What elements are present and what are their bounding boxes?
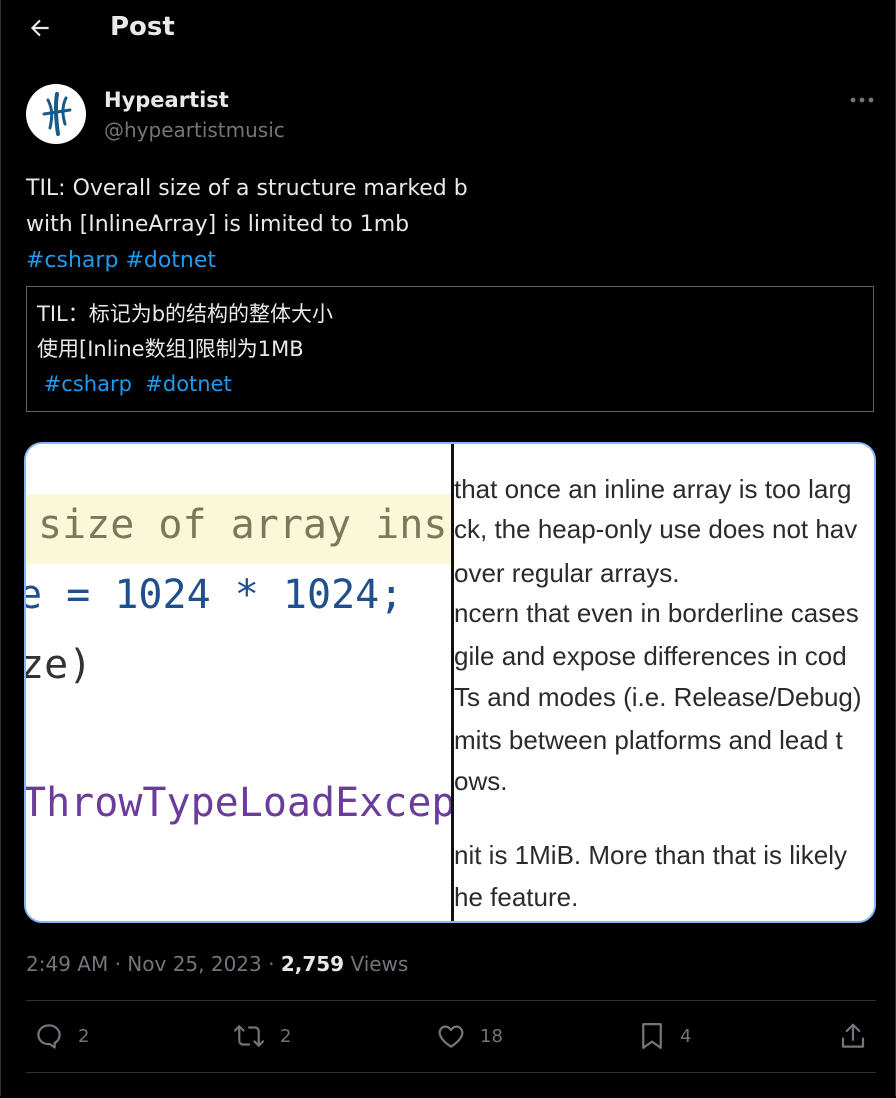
author-handle[interactable]: @hypeartistmusic xyxy=(104,118,285,142)
code-line: size of array ins xyxy=(38,502,448,548)
avatar[interactable] xyxy=(26,84,86,144)
divider xyxy=(26,1000,876,1001)
post-text-line: with [InlineArray] is limited to 1mb xyxy=(26,212,410,237)
article-line: ows. xyxy=(454,766,508,796)
article-line: that once an inline array is too larg xyxy=(454,474,852,504)
translation-box: TIL：标记为b的结构的整体大小 使用[Inline数组]限制为1MB #csh… xyxy=(26,286,874,412)
divider xyxy=(26,1072,876,1073)
repost-icon xyxy=(233,1025,265,1047)
like-count: 18 xyxy=(480,1025,503,1047)
article-line: gile and expose differences in cod xyxy=(454,641,847,671)
article-line: ck, the heap-only use does not hav xyxy=(454,514,858,544)
reply-button[interactable]: 2 xyxy=(34,1016,89,1056)
views-label: Views xyxy=(350,952,409,976)
hashtag-link[interactable]: #csharp xyxy=(26,248,118,273)
reply-count: 2 xyxy=(78,1025,90,1047)
more-button[interactable] xyxy=(846,86,878,114)
post-date[interactable]: Nov 25, 2023 xyxy=(127,952,261,976)
author-name[interactable]: Hypeartist xyxy=(104,88,229,112)
post-text-line: TIL: Overall size of a structure marked … xyxy=(26,176,468,201)
top-bar: Post xyxy=(0,0,896,56)
back-button[interactable] xyxy=(22,10,58,46)
like-button[interactable]: 18 xyxy=(436,1016,503,1056)
hashtag-link[interactable]: #dotnet xyxy=(145,372,231,396)
code-line: ThrowTypeLoadExcep xyxy=(26,780,451,826)
reply-icon xyxy=(37,1024,61,1049)
repost-count: 2 xyxy=(280,1025,292,1047)
repost-button[interactable]: 2 xyxy=(232,1016,291,1056)
share-button[interactable] xyxy=(838,1016,868,1056)
translation-line: TIL：标记为b的结构的整体大小 xyxy=(37,302,334,326)
hashtag-link[interactable]: #dotnet xyxy=(125,248,216,273)
article-line: he feature. xyxy=(454,882,579,912)
hashtag-link[interactable]: #csharp xyxy=(44,372,132,396)
article-line: over regular arrays. xyxy=(454,558,680,588)
more-icon xyxy=(850,97,874,103)
article-line: nit is 1MiB. More than that is likely xyxy=(454,840,848,870)
post-text: TIL: Overall size of a structure marked … xyxy=(26,171,468,279)
post-time[interactable]: 2:49 AM xyxy=(26,952,108,976)
bookmark-icon xyxy=(642,1023,662,1049)
article-line: Ts and modes (i.e. Release/Debug) xyxy=(454,682,862,712)
like-icon xyxy=(438,1025,464,1048)
back-arrow-icon xyxy=(30,19,49,37)
code-screenshot: size of array ins e = 1024 * 1024; ze) T… xyxy=(26,444,451,921)
post-meta: 2:49 AM · Nov 25, 2023 · 2,759 Views xyxy=(26,952,409,976)
bookmark-count: 4 xyxy=(680,1025,692,1047)
avatar-logo-icon xyxy=(42,92,72,136)
code-line: ze) xyxy=(26,642,93,688)
article-line: mits between platforms and lead t xyxy=(454,725,843,755)
page-title: Post xyxy=(110,12,175,42)
bookmark-button[interactable]: 4 xyxy=(638,1016,691,1056)
code-line: e = 1024 * 1024; xyxy=(26,572,404,618)
views-count: 2,759 xyxy=(280,952,345,976)
article-screenshot: that once an inline array is too larg ck… xyxy=(454,444,874,921)
translation-line: 使用[Inline数组]限制为1MB xyxy=(37,337,304,361)
article-line: ncern that even in borderline cases xyxy=(454,598,859,628)
share-icon xyxy=(841,1023,865,1048)
media-image[interactable]: size of array ins e = 1024 * 1024; ze) T… xyxy=(24,442,876,923)
